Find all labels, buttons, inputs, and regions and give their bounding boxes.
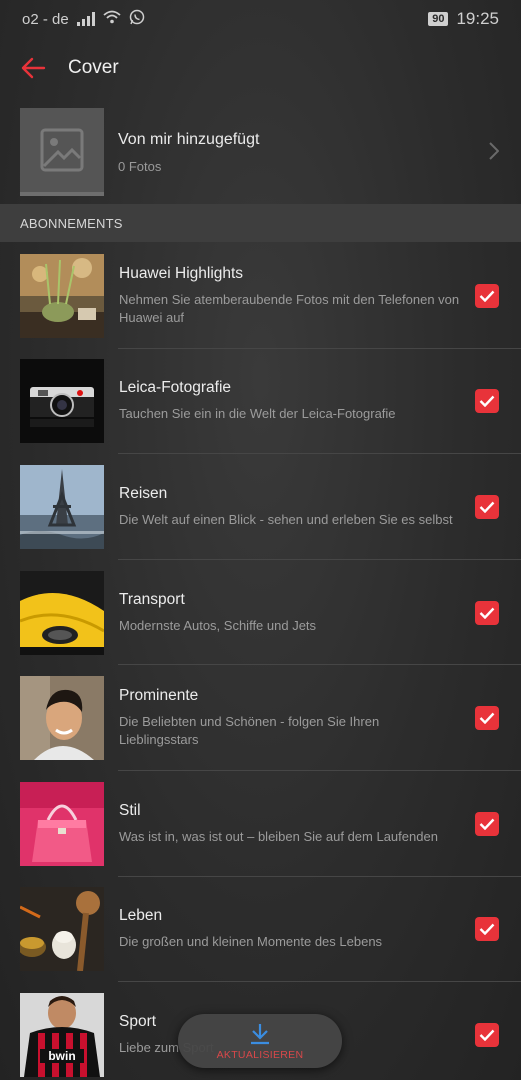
whatsapp-icon	[129, 9, 145, 29]
checkmark-icon	[479, 501, 495, 513]
carrier-label: o2 - de	[22, 10, 69, 28]
item-title: Prominente	[119, 687, 199, 705]
chevron-right-icon	[489, 142, 500, 165]
list-item[interactable]: Leica-Fotografie Tauchen Sie ein in die …	[0, 349, 521, 455]
svg-text:bwin: bwin	[48, 1049, 75, 1063]
thumbnail-style	[20, 781, 104, 866]
item-title: Stil	[119, 801, 141, 819]
thumbnail-travel	[20, 464, 104, 549]
item-title: Reisen	[119, 484, 168, 502]
checkmark-icon	[479, 818, 495, 830]
subscription-checkbox[interactable]	[475, 706, 499, 731]
list-item[interactable]: Prominente Die Beliebten und Schönen - f…	[0, 665, 521, 771]
item-description: Modernste Autos, Schiffe und Jets	[119, 617, 317, 633]
checkmark-icon	[479, 607, 495, 619]
thumbnail-sport: bwin	[20, 992, 104, 1077]
item-text: Huawei Highlights Nehmen Sie atemberaube…	[119, 265, 521, 327]
signal-icon	[76, 12, 95, 26]
update-button-label: AKTUALISIEREN	[216, 1048, 304, 1061]
item-title: Leica-Fotografie	[119, 379, 232, 397]
list-item[interactable]: Reisen Die Welt auf einen Blick - sehen …	[0, 454, 521, 560]
list-item[interactable]: Leben Die großen und kleinen Momente des…	[0, 877, 521, 983]
clock: 19:25	[456, 9, 499, 28]
checkmark-icon	[479, 396, 495, 408]
item-description: Die Welt auf einen Blick - sehen und erl…	[119, 511, 453, 527]
arrow-left-icon[interactable]	[20, 54, 48, 82]
list-item[interactable]: Huawei Highlights Nehmen Sie atemberaube…	[0, 243, 521, 349]
item-title: Transport	[119, 590, 185, 608]
status-bar: o2 - de 90 19:25	[0, 0, 521, 38]
item-description: Was ist in, was ist out – bleiben Sie au…	[119, 828, 438, 844]
checkmark-icon	[479, 712, 495, 725]
thumbnail-celebrities	[20, 676, 104, 761]
status-right: 90 19:25	[428, 9, 499, 29]
list-item[interactable]: Stil Was ist in, was ist out – bleiben S…	[0, 771, 521, 877]
thumbnail-leica-photography	[20, 359, 104, 444]
list-item[interactable]: Transport Modernste Autos, Schiffe und J…	[0, 560, 521, 666]
item-text: Leben Die großen und kleinen Momente des…	[119, 907, 521, 951]
album-thumbnail	[20, 108, 104, 196]
item-description: Nehmen Sie atemberaubende Fotos mit den …	[119, 291, 460, 325]
image-placeholder-icon	[40, 128, 84, 172]
item-title: Leben	[119, 907, 163, 925]
thumbnail-huawei-highlights	[20, 253, 104, 338]
subscription-checkbox[interactable]	[475, 1022, 499, 1047]
subscription-checkbox[interactable]	[475, 494, 499, 519]
checkmark-icon	[479, 924, 495, 936]
status-left: o2 - de	[22, 9, 145, 29]
album-title: Von mir hinzugefügt	[118, 130, 260, 148]
wifi-icon	[103, 10, 121, 28]
checkmark-icon	[479, 290, 495, 302]
app-bar: Cover	[0, 38, 521, 98]
item-description: Die Beliebten und Schönen - folgen Sie I…	[119, 714, 380, 748]
checkmark-icon	[479, 1029, 495, 1041]
item-text: Stil Was ist in, was ist out – bleiben S…	[119, 802, 521, 846]
battery-icon: 90	[428, 12, 449, 26]
subscription-checkbox[interactable]	[475, 917, 499, 942]
subscription-list: Huawei Highlights Nehmen Sie atemberaube…	[0, 243, 521, 1080]
item-description: Tauchen Sie ein in die Welt der Leica-Fo…	[119, 406, 396, 422]
section-header-subscriptions: ABONNEMENTS	[0, 204, 521, 242]
item-text: Transport Modernste Autos, Schiffe und J…	[119, 591, 521, 635]
subscription-checkbox[interactable]	[475, 283, 499, 308]
item-text: Leica-Fotografie Tauchen Sie ein in die …	[119, 379, 521, 423]
update-button[interactable]: AKTUALISIEREN	[178, 1014, 342, 1068]
download-icon	[251, 1023, 269, 1044]
item-description: Die großen und kleinen Momente des Leben…	[119, 934, 383, 950]
thumbnail-life	[20, 887, 104, 972]
page-title: Cover	[68, 57, 119, 78]
item-text: Prominente Die Beliebten und Schönen - f…	[119, 687, 521, 749]
item-text: Reisen Die Welt auf einen Blick - sehen …	[119, 485, 521, 529]
subscription-checkbox[interactable]	[475, 811, 499, 836]
album-row-added-by-me[interactable]: Von mir hinzugefügt 0 Fotos	[0, 104, 521, 200]
thumbnail-transport	[20, 570, 104, 655]
subscription-checkbox[interactable]	[475, 389, 499, 414]
album-text: Von mir hinzugefügt 0 Fotos	[118, 131, 521, 174]
item-title: Huawei Highlights	[119, 264, 244, 282]
album-count: 0 Fotos	[118, 158, 162, 174]
subscription-checkbox[interactable]	[475, 600, 499, 625]
